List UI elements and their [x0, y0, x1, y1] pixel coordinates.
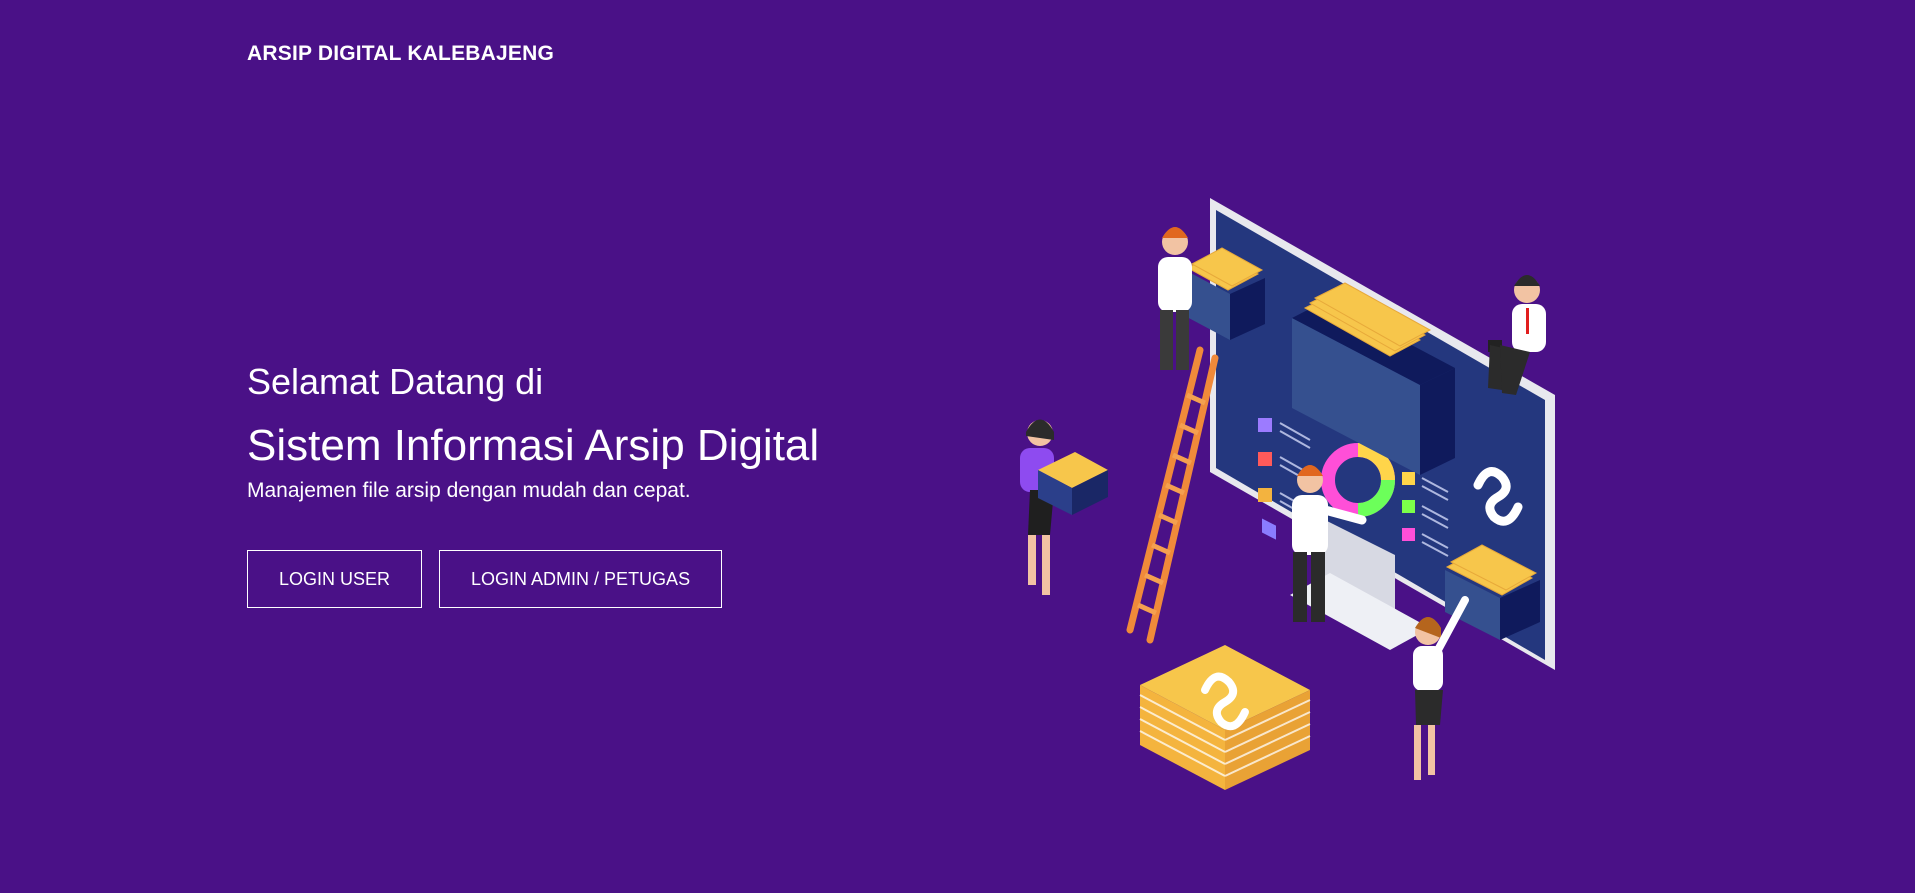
archive-team-illustration-icon [1000, 190, 1600, 820]
welcome-heading: Selamat Datang di [247, 361, 544, 402]
hero-section: Selamat Datang di Sistem Informasi Arsip… [247, 358, 1007, 608]
login-admin-button[interactable]: LOGIN ADMIN / PETUGAS [439, 550, 723, 608]
login-actions: LOGIN USER LOGIN ADMIN / PETUGAS [247, 550, 1007, 608]
system-title: Sistem Informasi Arsip Digital [247, 421, 820, 470]
login-user-button[interactable]: LOGIN USER [247, 550, 423, 608]
hero-subtitle: Manajemen file arsip dengan mudah dan ce… [247, 479, 691, 502]
brand-logo-text[interactable]: ARSIP DIGITAL KALEBAJENG [247, 42, 554, 66]
